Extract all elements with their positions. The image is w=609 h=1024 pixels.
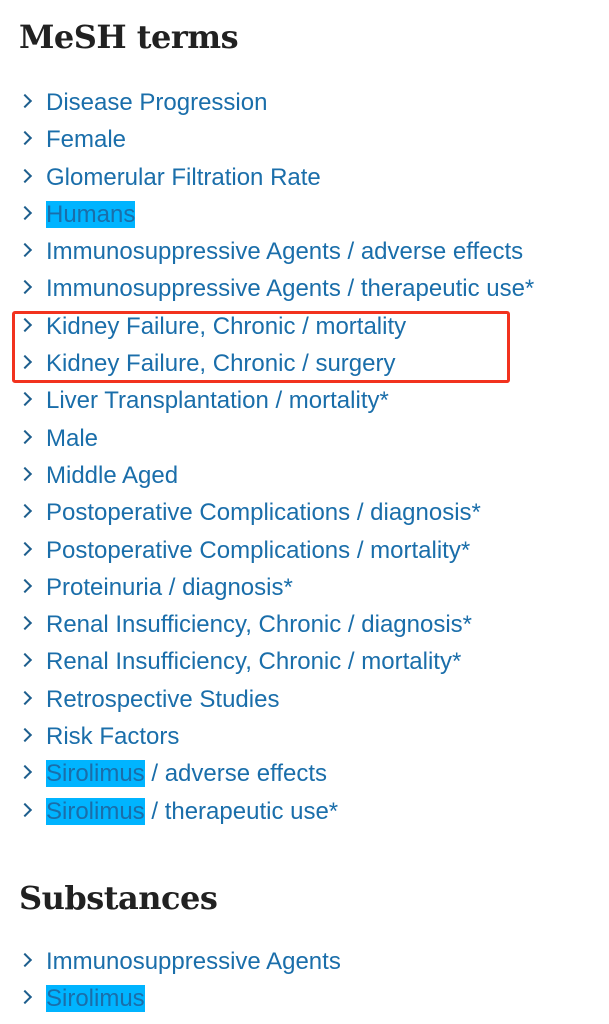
chevron-right-icon: [17, 466, 33, 482]
mesh-term-label: Female: [46, 126, 127, 154]
mesh-term-link[interactable]: Renal Insufficiency, Chronic / diagnosis…: [46, 606, 472, 643]
mesh-term-link[interactable]: Humans: [46, 196, 136, 233]
mesh-term-link[interactable]: Immunosuppressive Agents / adverse effec…: [46, 233, 523, 270]
chevron-right-icon: [17, 504, 33, 519]
mesh-term-label: Risk Factors: [46, 723, 180, 751]
chevron-right-icon: [17, 653, 33, 668]
mesh-term-link[interactable]: Risk Factors: [46, 718, 179, 755]
mesh-term-label: Kidney Failure, Chronic / surgery: [46, 350, 396, 378]
chevron-right-icon: [17, 727, 33, 743]
mesh-term-label: Glomerular Filtration Rate: [46, 163, 321, 191]
mesh-term-label: Kidney Failure, Chronic / mortality: [46, 312, 407, 340]
mesh-term-label: Postoperative Complications / diagnosis*: [46, 499, 481, 527]
mesh-term-label: Immunosuppressive Agents / adverse effec…: [46, 238, 524, 266]
mesh-term-link[interactable]: Postoperative Complications / mortality*: [46, 532, 470, 569]
mesh-term-label: Male: [46, 424, 99, 452]
mesh-term-link[interactable]: Renal Insufficiency, Chronic / mortality…: [46, 643, 461, 680]
chevron-right-icon: [17, 578, 33, 593]
mesh-term-link[interactable]: Sirolimus / therapeutic use*: [46, 793, 338, 830]
mesh-term-label: Postoperative Complications / mortality*: [46, 536, 471, 564]
mesh-term-link[interactable]: Kidney Failure, Chronic / mortality: [46, 308, 406, 345]
chevron-right-icon: [17, 392, 33, 407]
substances-heading: Substances: [19, 879, 218, 917]
chevron-right-icon: [17, 429, 33, 444]
chevron-right-icon: [17, 355, 33, 370]
chevron-right-icon: [17, 541, 33, 556]
mesh-term-link[interactable]: Disease Progression: [46, 84, 267, 121]
mesh-term-link[interactable]: Middle Aged: [46, 457, 178, 494]
mesh-term-label: Proteinuria / diagnosis*: [46, 573, 293, 601]
search-highlight: Humans: [46, 200, 136, 228]
search-highlight: Sirolimus: [46, 985, 145, 1013]
mesh-term-link[interactable]: Postoperative Complications / diagnosis*: [46, 494, 481, 531]
chevron-right-icon: [17, 802, 33, 817]
mesh-term-link[interactable]: Male: [46, 420, 98, 457]
chevron-right-icon: [17, 616, 33, 631]
mesh-term-link[interactable]: Proteinuria / diagnosis*: [46, 569, 293, 606]
mesh-term-link[interactable]: Sirolimus / adverse effects: [46, 755, 327, 792]
mesh-term-label: Renal Insufficiency, Chronic / mortality…: [46, 648, 462, 676]
mesh-term-link[interactable]: Female: [46, 121, 126, 158]
mesh-term-label: / adverse effects: [144, 760, 328, 788]
mesh-term-link[interactable]: Immunosuppressive Agents / therapeutic u…: [46, 270, 534, 307]
mesh-term-label: Immunosuppressive Agents / therapeutic u…: [46, 275, 535, 303]
mesh-term-label: Disease Progression: [46, 89, 268, 116]
chevron-right-icon: [17, 93, 33, 109]
mesh-term-label: / therapeutic use*: [144, 797, 339, 825]
mesh-term-link[interactable]: Kidney Failure, Chronic / surgery: [46, 345, 395, 382]
chevron-right-icon: [17, 317, 33, 332]
chevron-right-icon: [17, 280, 33, 295]
chevron-right-icon: [17, 765, 33, 780]
chevron-right-icon: [17, 990, 33, 1005]
mesh-term-link[interactable]: Liver Transplantation / mortality*: [46, 382, 389, 419]
substance-link[interactable]: Sirolimus: [46, 980, 145, 1017]
mesh-term-link[interactable]: Retrospective Studies: [46, 681, 279, 718]
mesh-term-label: Middle Aged: [46, 461, 179, 489]
chevron-right-icon: [17, 243, 33, 258]
chevron-right-icon: [17, 690, 33, 705]
search-highlight: Sirolimus: [46, 797, 145, 825]
mesh-term-label: Renal Insufficiency, Chronic / diagnosis…: [46, 611, 472, 639]
chevron-right-icon: [17, 131, 33, 146]
substance-link[interactable]: Immunosuppressive Agents: [46, 943, 341, 980]
chevron-right-icon: [17, 205, 33, 220]
mesh-terms-heading: MeSH terms: [19, 18, 239, 56]
search-highlight: Sirolimus: [46, 760, 145, 788]
mesh-term-link[interactable]: Glomerular Filtration Rate: [46, 159, 321, 196]
chevron-right-icon: [17, 952, 33, 968]
mesh-term-label: Retrospective Studies: [46, 685, 280, 713]
mesh-term-label: Liver Transplantation / mortality*: [46, 387, 389, 415]
substance-label: Immunosuppressive Agents: [46, 948, 341, 975]
chevron-right-icon: [17, 168, 33, 183]
